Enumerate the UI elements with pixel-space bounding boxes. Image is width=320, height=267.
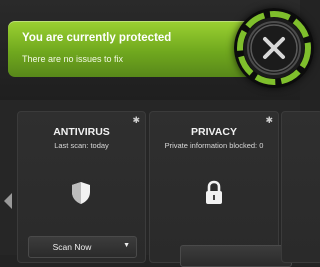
protection-status-banner[interactable]: You are currently protected There are no… bbox=[8, 21, 258, 77]
privacy-title: PRIVACY bbox=[191, 126, 237, 138]
privacy-action-button[interactable] bbox=[180, 245, 292, 267]
status-title: You are currently protected bbox=[22, 32, 172, 44]
gear-icon[interactable]: ✱ bbox=[132, 116, 140, 125]
next-tile[interactable] bbox=[281, 111, 320, 263]
lock-icon bbox=[206, 180, 222, 204]
antivirus-title: ANTIVIRUS bbox=[53, 126, 110, 138]
privacy-blocked-count: Private information blocked: 0 bbox=[164, 141, 264, 150]
privacy-tile[interactable]: ✱ PRIVACY Private information blocked: 0 bbox=[149, 111, 292, 267]
shield-icon bbox=[72, 182, 90, 204]
arrow-left-icon[interactable] bbox=[4, 193, 12, 209]
gear-icon[interactable]: ✱ bbox=[265, 116, 273, 125]
scan-now-label: Scan Now bbox=[52, 242, 92, 252]
antivirus-tile[interactable]: ✱ ANTIVIRUS Last scan: today Scan Now ▼ bbox=[17, 111, 146, 263]
status-subtitle: There are no issues to fix bbox=[22, 54, 124, 64]
antivirus-last-scan: Last scan: today bbox=[54, 141, 109, 150]
tools-button[interactable] bbox=[234, 8, 314, 88]
chevron-down-icon[interactable]: ▼ bbox=[123, 242, 130, 249]
